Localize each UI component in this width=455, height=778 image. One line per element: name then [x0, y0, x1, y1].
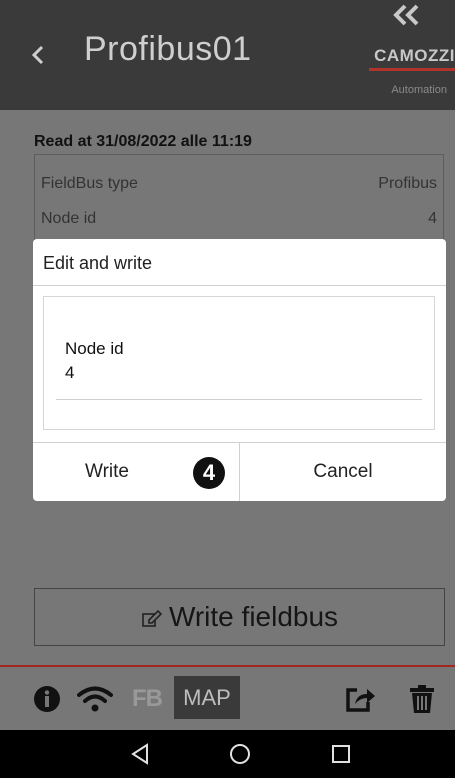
android-nav-bar [0, 730, 455, 778]
fieldbus-tab[interactable]: FB [132, 685, 163, 713]
info-value: 4 [428, 210, 437, 227]
logo-brand-text: CAMOZZI [374, 46, 455, 65]
step-badge: 4 [193, 457, 225, 489]
nav-recents-icon [332, 745, 350, 763]
nav-back-icon [131, 743, 148, 765]
wifi-button[interactable] [70, 667, 120, 730]
read-timestamp: Read at 31/08/2022 alle 11:19 [34, 133, 252, 150]
info-key: Node id [41, 210, 97, 227]
wifi-icon [77, 686, 113, 711]
node-id-label: Node id [65, 339, 124, 358]
logo-red-bar [369, 68, 455, 71]
input-underline [56, 399, 422, 400]
node-id-field-card: Node id [43, 296, 435, 430]
dialog-title: Edit and write [43, 253, 153, 273]
delete-button[interactable] [402, 667, 442, 730]
trash-icon [410, 684, 434, 713]
nav-home-icon [230, 744, 250, 764]
write-fieldbus-button[interactable]: Write fieldbus [34, 588, 445, 646]
edit-write-dialog: Edit and write Node id Write 4 Cancel [33, 239, 446, 501]
bottom-toolbar: FB MAP [0, 667, 455, 730]
info-button[interactable] [26, 667, 66, 730]
camozzi-logo-icon [393, 4, 419, 26]
app-header: Profibus01 CAMOZZI Automation [0, 0, 455, 110]
back-chevron-icon [31, 45, 44, 65]
app-screen: Profibus01 CAMOZZI Automation Read at 31… [0, 0, 455, 778]
info-box: FieldBus type Profibus Node id 4 [34, 154, 444, 244]
info-key: FieldBus type [41, 175, 138, 192]
logo-subtitle: Automation [391, 84, 447, 96]
nav-home-button[interactable] [210, 730, 270, 778]
node-id-input[interactable] [65, 363, 425, 383]
share-icon [346, 687, 375, 712]
nav-back-button[interactable] [110, 730, 170, 778]
camozzi-logo: CAMOZZI Automation [357, 4, 455, 100]
edit-icon [142, 609, 163, 627]
page-title: Profibus01 [84, 30, 252, 68]
share-button[interactable] [340, 667, 380, 730]
info-row-fieldbus-type: FieldBus type Profibus [41, 175, 437, 199]
nav-recents-button[interactable] [311, 730, 371, 778]
back-button[interactable] [28, 40, 48, 70]
write-fieldbus-label: Write fieldbus [168, 601, 339, 632]
info-icon [34, 685, 60, 712]
map-button[interactable]: MAP [174, 676, 240, 719]
write-button-label: Write [85, 461, 129, 482]
dialog-divider [33, 285, 446, 286]
info-row-node-id: Node id 4 [41, 210, 437, 234]
info-value: Profibus [378, 175, 437, 192]
cancel-button[interactable]: Cancel [240, 443, 446, 501]
